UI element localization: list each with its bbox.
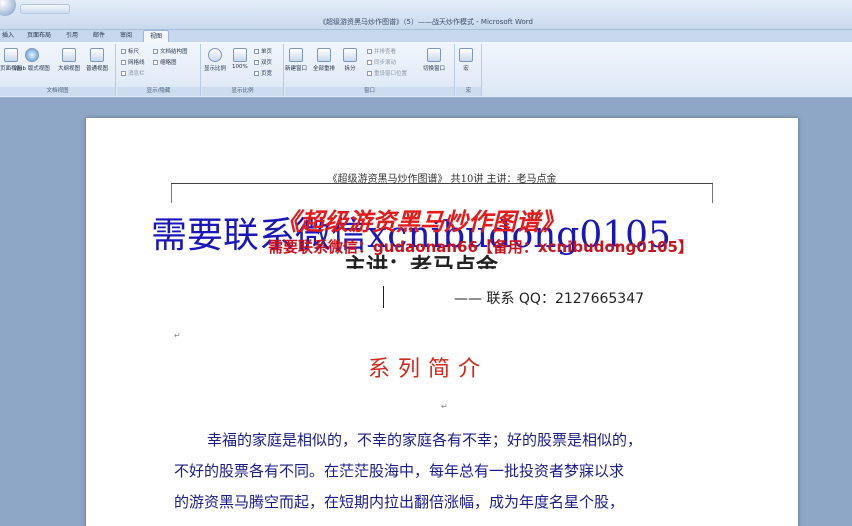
globe-icon — [24, 48, 39, 62]
new-window-icon — [289, 48, 303, 62]
office-button[interactable] — [0, 0, 16, 16]
page-100-icon — [232, 48, 247, 62]
paragraph-line-1: 幸福的家庭是相似的，不幸的家庭各有不幸；好的股票是相似的， — [207, 431, 643, 449]
watermark-red: 需要联系微信：gudaonan66【备用：xcnibudong0105】 — [268, 238, 693, 256]
arrange-all-button[interactable]: 全部重排 — [313, 48, 335, 72]
checkbox-icon — [121, 60, 126, 65]
split-icon — [343, 48, 357, 62]
reset-window-button[interactable]: 重设窗口位置 — [367, 69, 407, 77]
web-layout-button[interactable]: Web 版式视图 — [14, 48, 50, 72]
macros-button[interactable]: 宏 — [459, 48, 473, 72]
thumbnails-checkbox[interactable]: 缩略图 — [153, 58, 177, 66]
group-label-doc-views: 文档视图 — [0, 87, 115, 96]
one-page-icon — [254, 49, 259, 54]
section-title: 系列简介 — [368, 357, 489, 382]
group-zoom: 显示比例 100% 单页 双页 页宽 显示比例 — [202, 44, 284, 96]
paragraph-mark: ↵ — [174, 331, 181, 340]
tab-mailings[interactable]: 邮件 — [89, 30, 109, 42]
header-rule — [171, 183, 713, 184]
page-width-button[interactable]: 页宽 — [254, 69, 272, 77]
tab-page-layout[interactable]: 页面布局 — [22, 30, 56, 42]
document-area[interactable]: 《超级游资黑马炒作图谱》 共10讲 主讲：老马点金 主讲：老马点金 需要联系微信… — [0, 99, 852, 526]
gridlines-checkbox[interactable]: 网格线 — [121, 58, 145, 66]
title-bar: 《超级游资黑马炒作图谱》（5）——战天炒作模式 - Microsoft Word — [0, 0, 852, 30]
tab-review[interactable]: 审阅 — [116, 30, 136, 42]
quick-access-toolbar[interactable] — [20, 4, 70, 14]
tab-references[interactable]: 引用 — [62, 30, 82, 42]
new-window-button[interactable]: 新建窗口 — [285, 48, 307, 72]
group-label-show-hide: 显示/隐藏 — [117, 87, 200, 96]
zoom-button[interactable]: 显示比例 — [204, 48, 226, 72]
macro-icon — [459, 48, 473, 62]
reset-window-icon — [367, 71, 372, 76]
paragraph-mark: ↵ — [441, 402, 448, 411]
outline-icon — [62, 48, 76, 62]
doc-map-checkbox[interactable]: 文档结构图 — [153, 47, 188, 55]
tab-view[interactable]: 视图 — [143, 30, 169, 42]
zoom-100-button[interactable]: 100% — [232, 48, 248, 70]
one-page-button[interactable]: 单页 — [254, 47, 272, 55]
draft-button[interactable]: 普通视图 — [86, 48, 108, 72]
header-corner-left — [171, 183, 177, 203]
group-label-macros: 宏 — [456, 87, 481, 96]
side-by-side-icon — [367, 49, 372, 54]
document-page[interactable]: 《超级游资黑马炒作图谱》 共10讲 主讲：老马点金 主讲：老马点金 需要联系微信… — [86, 118, 798, 526]
page-width-icon — [254, 71, 259, 76]
sync-scroll-icon — [367, 60, 372, 65]
group-window: 新建窗口 全部重排 拆分 并排查看 同步滚动 重设窗口位置 切换窗口 窗口 — [285, 44, 455, 96]
outline-button[interactable]: 大纲视图 — [58, 48, 80, 72]
header-corner-right — [707, 183, 713, 203]
tab-insert[interactable]: 插入 — [0, 30, 16, 42]
group-show-hide: 标尺 网格线 消息栏 文档结构图 缩略图 显示/隐藏 — [117, 44, 201, 96]
paragraph-line-3: 的游资黑马腾空而起，在短期内拉出翻倍涨幅，成为年度名星个股， — [174, 493, 625, 511]
sync-scroll-button[interactable]: 同步滚动 — [367, 58, 396, 66]
two-pages-icon — [254, 60, 259, 65]
draft-icon — [90, 48, 104, 62]
paragraph-line-2: 不好的股票各有不同。在茫茫股海中，每年总有一批投资者梦寐以求 — [174, 462, 625, 480]
checkbox-icon — [121, 49, 126, 54]
text-cursor — [383, 286, 384, 308]
checkbox-icon — [153, 60, 158, 65]
arrange-icon — [317, 48, 331, 62]
window-title: 《超级游资黑马炒作图谱》（5）——战天炒作模式 - Microsoft Word — [318, 18, 533, 26]
group-macros: 宏 宏 — [456, 44, 482, 96]
group-document-views: 页面视图 Web 版式视图 大纲视图 普通视图 文档视图 — [0, 44, 116, 96]
ruler-checkbox[interactable]: 标尺 — [121, 47, 139, 55]
magnifier-icon — [208, 48, 222, 62]
group-label-window: 窗口 — [285, 87, 454, 96]
group-label-zoom: 显示比例 — [202, 87, 283, 96]
two-pages-button[interactable]: 双页 — [254, 58, 272, 66]
document-title: 《超级游资黑马炒作图谱》 — [276, 208, 564, 236]
ribbon: 页面视图 Web 版式视图 大纲视图 普通视图 文档视图 标尺 网格线 消息栏 … — [0, 42, 852, 98]
split-button[interactable]: 拆分 — [343, 48, 357, 72]
view-side-by-side-button[interactable]: 并排查看 — [367, 47, 396, 55]
ribbon-tabs: 插入 页面布局 引用 邮件 审阅 视图 — [0, 30, 852, 42]
switch-windows-button[interactable]: 切换窗口 — [423, 48, 445, 72]
checkbox-icon — [121, 71, 126, 76]
switch-windows-icon — [427, 48, 441, 62]
checkbox-icon — [153, 49, 158, 54]
message-bar-checkbox[interactable]: 消息栏 — [121, 69, 145, 77]
contact-line: —— 联系 QQ：2127665347 — [454, 291, 645, 307]
